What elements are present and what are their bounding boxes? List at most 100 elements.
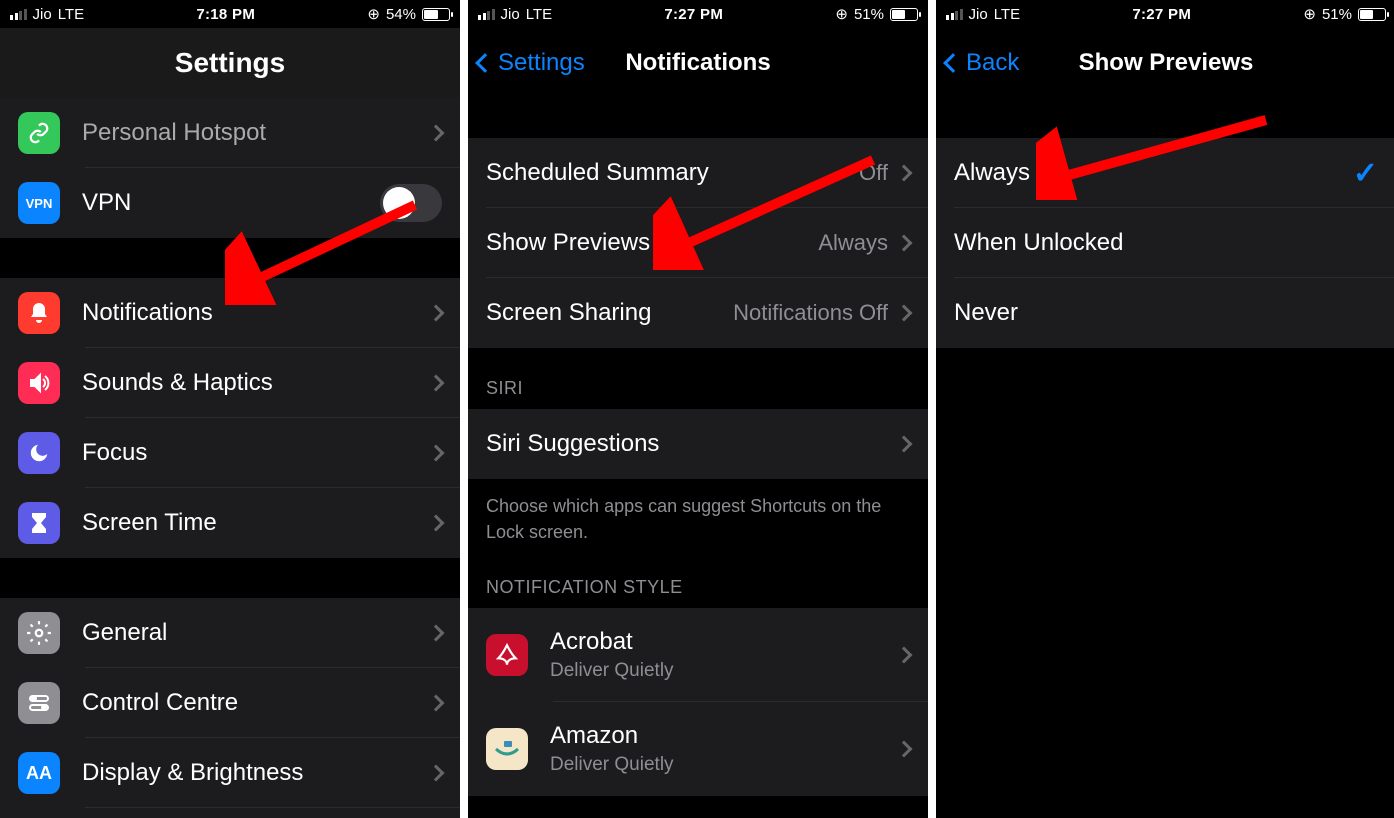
carrier-label: Jio — [33, 6, 52, 23]
phone-show-previews: Jio LTE 7:27 PM ⊕ 51% Back Show Previews… — [936, 0, 1394, 818]
battery-icon — [1358, 8, 1386, 21]
toggles-icon — [18, 682, 60, 724]
text-size-icon: AA — [18, 752, 60, 794]
link-icon — [18, 112, 60, 154]
status-time: 7:18 PM — [196, 6, 255, 23]
chevron-right-icon — [428, 515, 445, 532]
back-button[interactable]: Back — [946, 49, 1019, 77]
label: Display & Brightness — [82, 759, 430, 787]
vpn-toggle[interactable] — [380, 184, 442, 222]
label: Focus — [82, 439, 430, 467]
label: Always — [954, 159, 1353, 187]
row-sounds[interactable]: Sounds & Haptics — [0, 348, 460, 418]
page-title: Settings — [175, 47, 285, 79]
battery-icon — [422, 8, 450, 21]
back-button[interactable]: Settings — [478, 49, 585, 77]
battery-percent: 54% — [386, 6, 416, 23]
app-label: Acrobat — [550, 628, 674, 656]
acrobat-icon — [486, 634, 528, 676]
row-siri-suggestions[interactable]: Siri Suggestions — [468, 409, 928, 479]
back-label: Back — [966, 49, 1019, 77]
chevron-right-icon — [896, 235, 913, 252]
app-sub: Deliver Quietly — [550, 660, 674, 682]
row-app-acrobat[interactable]: Acrobat Deliver Quietly — [468, 608, 928, 702]
carrier-label: Jio — [501, 6, 520, 23]
amazon-icon — [486, 728, 528, 770]
chevron-right-icon — [896, 305, 913, 322]
lock-icon: ⊕ — [1303, 5, 1316, 23]
signal-bars-icon — [10, 9, 27, 20]
label: Siri Suggestions — [486, 430, 898, 458]
lock-icon: ⊕ — [835, 5, 848, 23]
row-notifications[interactable]: Notifications — [0, 278, 460, 348]
phone-notifications: Jio LTE 7:27 PM ⊕ 51% Settings Notificat… — [468, 0, 928, 818]
battery-percent: 51% — [854, 6, 884, 23]
app-label: Amazon — [550, 722, 674, 750]
row-when-unlocked[interactable]: When Unlocked — [936, 208, 1394, 278]
row-control-centre[interactable]: Control Centre — [0, 668, 460, 738]
chevron-right-icon — [428, 445, 445, 462]
row-display[interactable]: AA Display & Brightness — [0, 738, 460, 808]
checkmark-icon: ✓ — [1353, 156, 1378, 191]
chevron-right-icon — [428, 125, 445, 142]
label: Screen Sharing — [486, 299, 733, 327]
status-time: 7:27 PM — [1132, 6, 1191, 23]
label: Scheduled Summary — [486, 159, 859, 187]
hourglass-icon — [18, 502, 60, 544]
row-screen-sharing[interactable]: Screen Sharing Notifications Off — [468, 278, 928, 348]
label: General — [82, 619, 430, 647]
row-personal-hotspot[interactable]: Personal Hotspot — [0, 98, 460, 168]
row-next-cut[interactable] — [0, 808, 460, 818]
label: Control Centre — [82, 689, 430, 717]
label: Show Previews — [486, 229, 818, 257]
detail: Notifications Off — [733, 300, 888, 326]
battery-percent: 51% — [1322, 6, 1352, 23]
network-label: LTE — [994, 6, 1020, 23]
row-always[interactable]: Always ✓ — [936, 138, 1394, 208]
vpn-icon: VPN — [18, 182, 60, 224]
carrier-label: Jio — [969, 6, 988, 23]
lock-icon: ⊕ — [367, 5, 380, 23]
row-screen-time[interactable]: Screen Time — [0, 488, 460, 558]
label: Never — [954, 299, 1378, 327]
group-footer-siri: Choose which apps can suggest Shortcuts … — [468, 479, 928, 559]
status-time: 7:27 PM — [664, 6, 723, 23]
back-label: Settings — [498, 49, 585, 77]
row-scheduled-summary[interactable]: Scheduled Summary Off — [468, 138, 928, 208]
label: Notifications — [82, 299, 430, 327]
group-header-style: NOTIFICATION STYLE — [468, 559, 928, 608]
detail: Off — [859, 160, 888, 186]
row-show-previews[interactable]: Show Previews Always — [468, 208, 928, 278]
group-header-siri: SIRI — [468, 348, 928, 409]
label: Screen Time — [82, 509, 430, 537]
page-title: Show Previews — [1079, 49, 1254, 77]
chevron-right-icon — [428, 375, 445, 392]
label: Sounds & Haptics — [82, 369, 430, 397]
label: VPN — [82, 189, 380, 217]
bell-icon — [18, 292, 60, 334]
moon-icon — [18, 432, 60, 474]
row-vpn[interactable]: VPN VPN — [0, 168, 460, 238]
signal-bars-icon — [946, 9, 963, 20]
chevron-right-icon — [428, 625, 445, 642]
nav-header: Settings — [0, 28, 460, 98]
row-never[interactable]: Never — [936, 278, 1394, 348]
nav-header: Settings Notifications — [468, 28, 928, 98]
network-label: LTE — [58, 6, 84, 23]
speaker-icon — [18, 362, 60, 404]
status-bar: Jio LTE 7:18 PM ⊕ 54% — [0, 0, 460, 28]
chevron-right-icon — [428, 305, 445, 322]
chevron-right-icon — [428, 695, 445, 712]
row-focus[interactable]: Focus — [0, 418, 460, 488]
gear-icon — [18, 612, 60, 654]
chevron-left-icon — [943, 53, 963, 73]
status-bar: Jio LTE 7:27 PM ⊕ 51% — [936, 0, 1394, 28]
app-sub: Deliver Quietly — [550, 754, 674, 776]
chevron-right-icon — [428, 765, 445, 782]
status-bar: Jio LTE 7:27 PM ⊕ 51% — [468, 0, 928, 28]
chevron-right-icon — [896, 741, 913, 758]
row-general[interactable]: General — [0, 598, 460, 668]
row-app-amazon[interactable]: Amazon Deliver Quietly — [468, 702, 928, 796]
chevron-right-icon — [896, 165, 913, 182]
chevron-right-icon — [896, 647, 913, 664]
